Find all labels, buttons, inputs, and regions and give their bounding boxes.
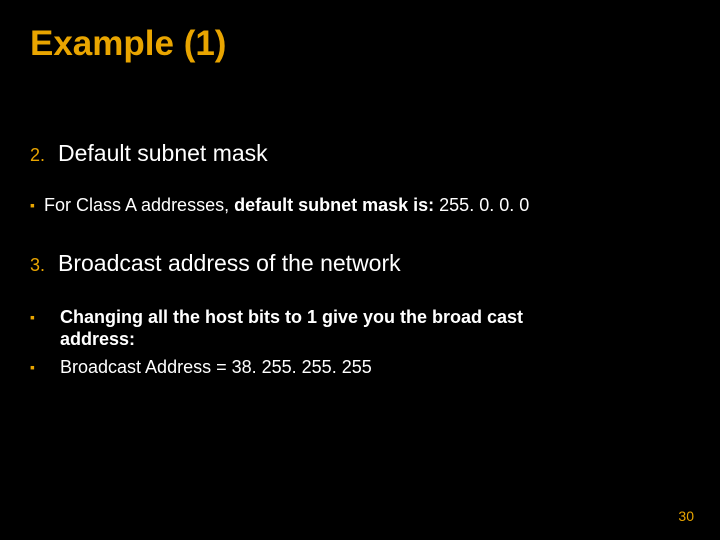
slide: Example (1) 2. Default subnet mask ▪ For… [0,0,720,540]
bullet-3b: ▪ Broadcast Address = 38. 255. 255. 255 [30,356,690,378]
bullet-3a-line2: address: [60,329,135,349]
bullet-3a: ▪ Changing all the host bits to 1 give y… [30,306,690,350]
list-marker-3: 3. [30,255,58,276]
page-number: 30 [678,508,694,524]
bullet-2a-text: For Class A addresses, default subnet ma… [44,194,529,216]
list-marker-2: 2. [30,145,58,166]
slide-title: Example (1) [30,24,226,64]
bullet-2a-prefix: For Class A addresses, [44,195,234,215]
bullet-3a-line1: Changing all the host bits to 1 give you… [60,307,523,327]
bullet-marker-icon: ▪ [30,356,60,378]
bullet-2a-value: 255. 0. 0. 0 [439,195,529,215]
bullet-marker-icon: ▪ [30,306,60,328]
bullet-2a: ▪ For Class A addresses, default subnet … [30,194,690,216]
list-text-2: Default subnet mask [58,140,268,167]
bullet-2a-bold: default subnet mask is: [234,195,439,215]
list-item-2: 2. Default subnet mask [30,140,690,167]
bullet-3a-text: Changing all the host bits to 1 give you… [60,306,523,350]
list-text-3: Broadcast address of the network [58,250,401,277]
bullet-marker-icon: ▪ [30,194,44,216]
list-item-3: 3. Broadcast address of the network [30,250,690,277]
bullet-3b-text: Broadcast Address = 38. 255. 255. 255 [60,356,372,378]
